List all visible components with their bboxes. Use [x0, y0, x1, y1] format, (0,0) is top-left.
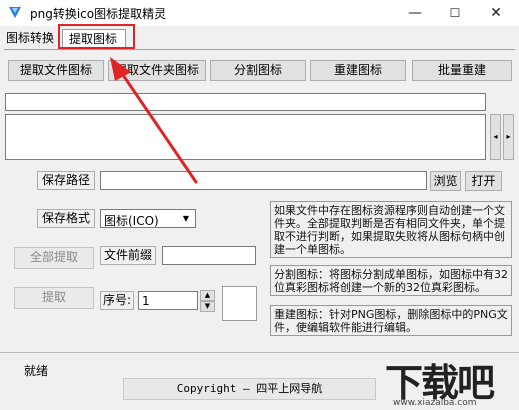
index-up-button[interactable]: ▲: [200, 290, 215, 301]
save-format-value: 图标(ICO): [104, 214, 159, 228]
open-button[interactable]: 打开: [465, 171, 502, 191]
window-title: png转换ico图标提取精灵: [30, 7, 167, 21]
index-label: 序号:: [100, 291, 134, 310]
chevron-down-icon[interactable]: ▼: [179, 211, 193, 226]
index-down-button[interactable]: ▼: [200, 301, 215, 312]
single-icon-preview: [222, 286, 257, 321]
extract-info-text: 如果文件中存在图标资源程序则自动创建一个文件夹。全部提取判断是否有相同文件夹，单…: [270, 201, 512, 258]
tab-divider: [4, 49, 515, 50]
save-format-select[interactable]: 图标(ICO) ▼: [100, 209, 196, 228]
status-text: 就绪: [24, 364, 49, 378]
split-info-text: 分割图标：将图标分割成单图标，如图标中有32位真彩图标将创建一个新的32位真彩图…: [270, 265, 512, 296]
copyright-link[interactable]: Copyright — 四平上网导航: [123, 378, 376, 400]
icon-preview-area[interactable]: [5, 114, 486, 160]
batch-rebuild-button[interactable]: 批量重建: [412, 60, 512, 81]
maximize-button[interactable]: ☐: [435, 0, 475, 26]
save-format-label: 保存格式: [37, 209, 95, 228]
minimize-button[interactable]: —: [395, 0, 435, 26]
tab-highlight-box: [58, 24, 135, 49]
extract-file-icon-button[interactable]: 提取文件图标: [8, 60, 104, 81]
scroll-right-button[interactable]: ▸: [503, 114, 514, 160]
save-path-input[interactable]: [100, 171, 427, 190]
index-input[interactable]: 1: [138, 291, 198, 310]
file-prefix-label: 文件前缀: [100, 246, 156, 265]
scroll-left-button[interactable]: ◂: [490, 114, 501, 160]
extract-button[interactable]: 提取: [14, 287, 94, 309]
tab-icon-convert[interactable]: 图标转换: [6, 29, 54, 47]
save-path-label: 保存路径: [37, 171, 95, 190]
watermark-url: www.xiazaiba.com: [393, 398, 477, 408]
close-button[interactable]: ✕: [476, 0, 516, 26]
split-icon-button[interactable]: 分割图标: [210, 60, 306, 81]
rebuild-icon-button[interactable]: 重建图标: [310, 60, 406, 81]
browse-button[interactable]: 浏览: [430, 171, 461, 191]
index-value: 1: [142, 294, 150, 308]
extract-all-button[interactable]: 全部提取: [14, 247, 94, 269]
path-display-field[interactable]: [5, 93, 486, 111]
app-icon: [9, 7, 21, 18]
rebuild-info-text: 重建图标：针对PNG图标，删除图标中的PNG文件，使编辑软件能进行编辑。: [270, 305, 512, 336]
extract-folder-icon-button[interactable]: 提取文件夹图标: [108, 60, 206, 81]
file-prefix-input[interactable]: [162, 246, 256, 265]
